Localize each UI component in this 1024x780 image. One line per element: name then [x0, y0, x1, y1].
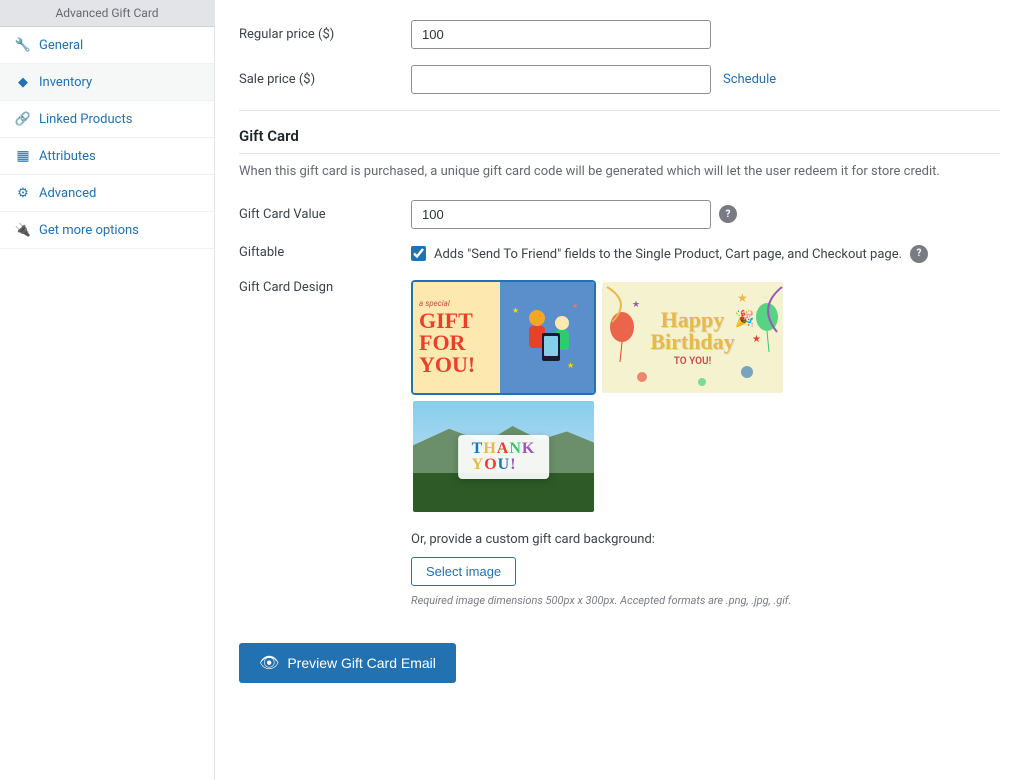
wrench-icon: 🔧 — [15, 37, 31, 53]
regular-price-row: Regular price ($) — [239, 20, 1000, 49]
gift-card-value-input[interactable] — [411, 200, 711, 229]
sidebar-item-general[interactable]: 🔧 General — [0, 27, 214, 64]
design-grid: a special GIFTFORYOU! — [411, 280, 791, 514]
sidebar-item-general-label: General — [39, 38, 83, 53]
sidebar-item-get-more-options-label: Get more options — [39, 223, 139, 238]
svg-text:★: ★ — [572, 302, 578, 310]
sidebar-item-inventory-label: Inventory — [39, 75, 92, 90]
sidebar: Advanced Gift Card 🔧 General ◆ Inventory… — [0, 0, 215, 780]
sale-price-label: Sale price ($) — [239, 72, 399, 87]
giftable-checkbox[interactable] — [411, 246, 426, 261]
giftable-label: Giftable — [239, 245, 399, 260]
svg-text:★: ★ — [632, 300, 640, 310]
gift-card-value-group: ? — [411, 200, 737, 229]
sidebar-item-attributes-label: Attributes — [39, 149, 96, 164]
svg-text:★: ★ — [752, 334, 761, 345]
select-image-button[interactable]: Select image — [411, 557, 516, 586]
gift-card-title: Gift Card — [239, 127, 1000, 154]
design-card-thank-you[interactable]: THANK YOU! — [411, 399, 596, 514]
table-icon: ▦ — [15, 148, 31, 164]
giftable-checkbox-group: Adds "Send To Friend" fields to the Sing… — [411, 245, 928, 265]
diamond-icon: ◆ — [15, 74, 31, 90]
sidebar-item-linked-products-label: Linked Products — [39, 112, 132, 127]
preview-gift-card-email-button[interactable]: 👁 Preview Gift Card Email — [239, 643, 456, 683]
gift-card-design-grid-wrapper: a special GIFTFORYOU! — [411, 280, 791, 607]
sidebar-item-advanced[interactable]: ⚙ Advanced — [0, 175, 214, 212]
sidebar-item-linked-products[interactable]: 🔗 Linked Products — [0, 101, 214, 138]
gift-card-value-row: Gift Card Value ? — [239, 200, 1000, 229]
gift-card-value-help-icon[interactable]: ? — [719, 205, 737, 223]
sidebar-header: Advanced Gift Card — [0, 0, 214, 27]
preview-btn-label: Preview Gift Card Email — [287, 655, 436, 671]
gift-card-design-row: Gift Card Design a special GIFTFORYOU! — [239, 280, 1000, 607]
sidebar-item-advanced-label: Advanced — [39, 186, 96, 201]
gear-icon: ⚙ — [15, 185, 31, 201]
design-card-happy-birthday[interactable]: ★ ★ ★ — [600, 280, 785, 395]
custom-bg-label: Or, provide a custom gift card backgroun… — [411, 532, 791, 547]
sale-price-input[interactable] — [411, 65, 711, 94]
svg-text:★: ★ — [737, 291, 748, 305]
schedule-link[interactable]: Schedule — [723, 72, 776, 87]
main-content: Regular price ($) Sale price ($) Schedul… — [215, 0, 1024, 780]
link-icon: 🔗 — [15, 111, 31, 127]
sidebar-item-inventory[interactable]: ◆ Inventory — [0, 64, 214, 101]
giftable-checkbox-label: Adds "Send To Friend" fields to the Sing… — [434, 245, 902, 265]
giftable-row: Giftable Adds "Send To Friend" fields to… — [239, 245, 1000, 265]
gift-card-desc: When this gift card is purchased, a uniq… — [239, 162, 1000, 182]
svg-text:★: ★ — [512, 306, 519, 315]
sidebar-item-attributes[interactable]: ▦ Attributes — [0, 138, 214, 175]
gift-card-value-label: Gift Card Value — [239, 207, 399, 222]
giftable-help-icon[interactable]: ? — [910, 245, 928, 263]
svg-text:★: ★ — [567, 361, 574, 370]
regular-price-input[interactable] — [411, 20, 711, 49]
sidebar-item-get-more-options[interactable]: 🔌 Get more options — [0, 212, 214, 249]
design-card-gift-for-you[interactable]: a special GIFTFORYOU! — [411, 280, 596, 395]
gift-card-design-label: Gift Card Design — [239, 280, 399, 295]
plugin-icon: 🔌 — [15, 222, 31, 238]
sale-price-row: Sale price ($) Schedule — [239, 65, 1000, 94]
regular-price-label: Regular price ($) — [239, 27, 399, 42]
image-hint: Required image dimensions 500px x 300px.… — [411, 594, 791, 607]
gift-card-section: Gift Card When this gift card is purchas… — [239, 127, 1000, 683]
eye-icon: 👁 — [259, 653, 279, 673]
